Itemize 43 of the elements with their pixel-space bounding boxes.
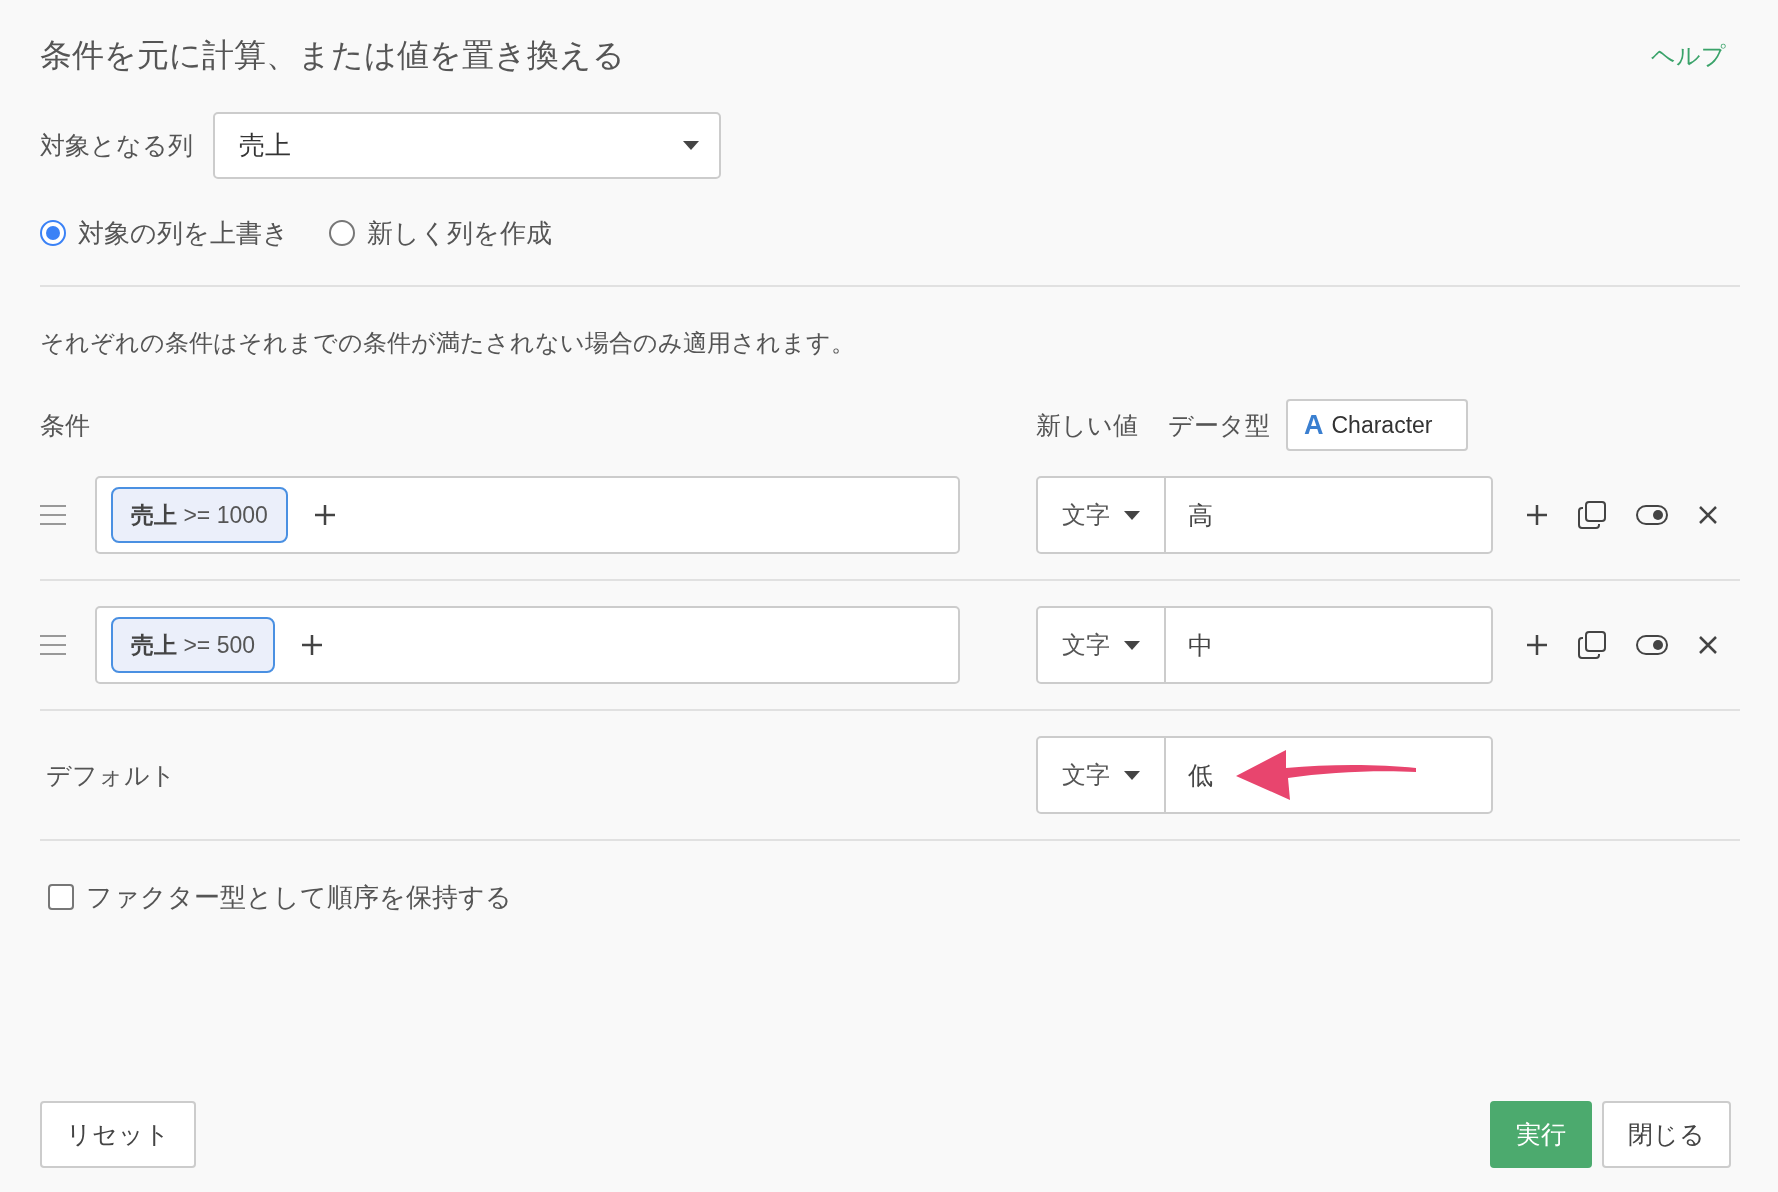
caret-icon <box>683 141 699 150</box>
radio-option[interactable]: 新しく列を作成 <box>329 215 552 251</box>
toggle-button[interactable] <box>1636 635 1668 655</box>
radio-option[interactable]: 対象の列を上書き <box>40 215 289 251</box>
copy-button[interactable] <box>1578 501 1606 529</box>
plus-icon[interactable] <box>313 504 336 526</box>
factor-order-checkbox[interactable]: ファクター型として順序を保持する <box>48 877 1752 917</box>
caret-icon <box>1124 640 1140 650</box>
condition-chip[interactable]: 売上 >= 500 <box>111 617 276 673</box>
close-dialog-button[interactable]: 閉じる <box>1602 1101 1731 1168</box>
condition-field[interactable]: 売上 >= 500 <box>95 606 960 684</box>
copy-button[interactable] <box>1578 631 1606 659</box>
plus-icon[interactable] <box>301 634 324 656</box>
add-button[interactable] <box>1526 504 1548 526</box>
close-button[interactable] <box>1698 505 1718 525</box>
condition-field[interactable]: 売上 >= 1000 <box>95 476 960 554</box>
section-label: 条件 <box>40 409 91 441</box>
drag-handle-icon[interactable] <box>40 635 66 655</box>
default-label: デフォルト <box>45 759 177 791</box>
description-text: それぞれの条件はそれまでの条件が満たされない場合のみ適用されます。 <box>40 328 856 358</box>
condition-chip[interactable]: 売上 >= 1000 <box>111 487 288 543</box>
type-dropdown[interactable]: 文字 <box>1038 738 1166 812</box>
value-field[interactable]: 文字 低 <box>1036 736 1493 814</box>
column-label: 新しい値 <box>1036 409 1138 441</box>
type-dropdown[interactable]: 文字 <box>1038 608 1166 682</box>
dialog-title: 条件を元に計算、または値を置き換える <box>40 36 625 75</box>
caret-icon <box>1124 770 1140 780</box>
type-dropdown[interactable]: 文字 <box>1038 478 1166 552</box>
value-field[interactable]: 文字 高 <box>1036 476 1493 554</box>
value-field[interactable]: 文字 中 <box>1036 606 1493 684</box>
column-label: データ型 <box>1168 409 1270 441</box>
close-button[interactable] <box>1698 635 1718 655</box>
value-input[interactable]: 中 <box>1166 608 1491 682</box>
drag-handle-icon[interactable] <box>40 505 66 525</box>
value-input[interactable]: 低 <box>1166 738 1491 812</box>
caret-icon <box>1124 510 1140 520</box>
reset-button[interactable]: リセット <box>40 1101 196 1168</box>
column-dropdown[interactable]: 売上 <box>213 112 721 179</box>
data-type-button[interactable]: A Character <box>1286 399 1468 451</box>
add-button[interactable] <box>1526 634 1548 656</box>
field-label: 対象となる列 <box>40 130 193 161</box>
value-input[interactable]: 高 <box>1166 478 1491 552</box>
toggle-button[interactable] <box>1636 505 1668 525</box>
